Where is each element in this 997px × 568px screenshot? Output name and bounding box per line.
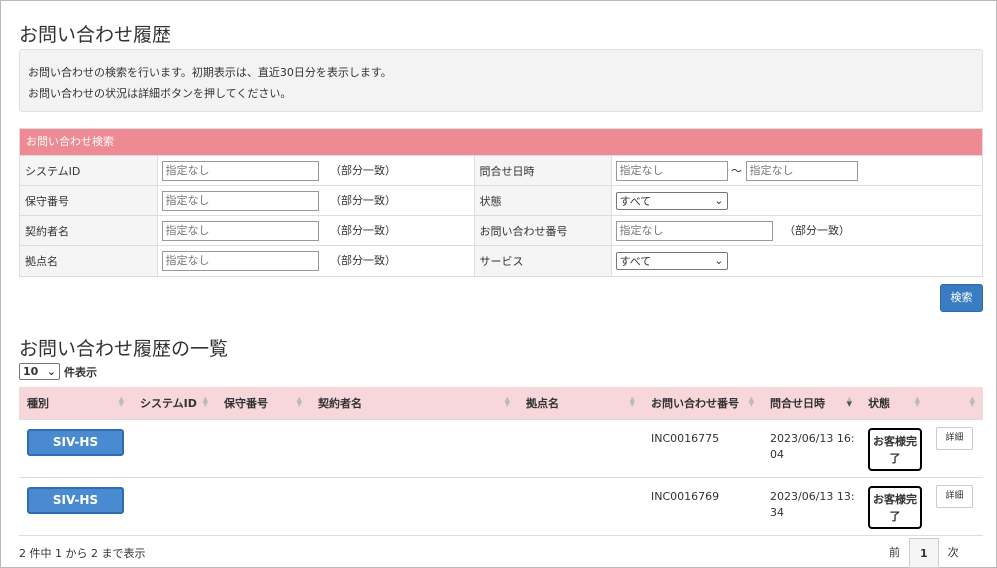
detail-button[interactable]: 詳細 [936,427,973,450]
chevron-down-icon: ⌄ [46,365,56,378]
cell-system-id [132,478,216,535]
cell-inquiry-no: INC0016769 [651,490,720,503]
partial-match-hint: （部分一致） [784,224,850,237]
status-badge: お客様完了 [868,428,922,471]
column-header-actions[interactable]: ▲ ▼ [928,387,983,419]
pagination: 前 1 次 [880,538,968,568]
table-header: 種別 ▲ ▼ システムID ▲ ▼ 保守番号 ▲ ▼ 契約者名 ▲ ▼ 拠点名 ▲ ▼ お問い合わせ… [19,387,983,420]
column-header-status[interactable]: 状態 ▲ ▼ [860,387,928,419]
column-header-contractor[interactable]: 契約者名 ▲ ▼ [310,387,518,419]
page-length-value: 10 [23,365,39,378]
label-status: 状態 [473,185,612,216]
search-button[interactable]: 検索 [940,284,983,312]
page-title: お問い合わせ履歴 [19,24,172,46]
column-header-type[interactable]: 種別 ▲ ▼ [19,387,132,419]
table-row: SIV-HS INC0016775 2023/06/13 16: 04 お客様完了… [19,420,983,478]
range-separator: 〜 [731,164,742,177]
info-box: お問い合わせの検索を行います。初期表示は、直近30日分を表示します。 お問い合わ… [19,49,983,112]
page-length-suffix: 件表示 [64,365,97,379]
page-length-select[interactable]: 10 ⌄ [19,363,60,380]
sort-icon: ▲ ▼ [202,395,208,408]
cell-site [518,420,643,477]
type-button[interactable]: SIV-HS [27,487,124,514]
partial-match-hint: （部分一致） [330,224,396,237]
sort-icon: ▲ ▼ [504,395,510,408]
sort-icon: ▲ ▼ [914,395,920,408]
sort-icon: ▲ ▼ [118,395,124,408]
cell-contractor [310,478,518,535]
cell-inquiry-date: 2023/06/13 13: 34 [770,490,855,519]
label-service: サービス [473,245,612,276]
status-select[interactable]: すべて ⌄ [615,191,728,210]
pager-next-button[interactable]: 次 [939,538,968,568]
cell-maintenance-no [216,478,310,535]
sort-desc-icon: ▲ ▼ [846,395,852,408]
service-select[interactable]: すべて ⌄ [615,251,728,270]
search-form: システムID （部分一致） 問合せ日時 〜 保守番号 （部分一致） 状態 すべて [20,155,982,276]
sort-icon: ▲ ▼ [629,395,635,408]
column-header-inquiry-date[interactable]: 問合せ日時 ▲ ▼ [762,387,860,419]
partial-match-hint: （部分一致） [330,254,396,268]
column-header-system-id[interactable]: システムID ▲ ▼ [132,387,216,419]
type-button[interactable]: SIV-HS [27,429,124,456]
label-inquiry-date: 問合せ日時 [473,155,612,186]
inquiry-date-to-input[interactable] [745,160,858,181]
service-select-value: すべて [619,254,652,268]
table-summary: 2 件中 1 から 2 まで表示 [19,547,146,560]
cell-maintenance-no [216,420,310,477]
partial-match-hint: （部分一致） [330,194,396,207]
search-panel-header: お問い合わせ検索 [20,129,982,155]
sort-icon: ▲ ▼ [969,395,975,408]
table-row: SIV-HS INC0016769 2023/06/13 13: 34 お客様完了… [19,478,983,536]
site-input[interactable] [161,250,319,271]
info-line: お問い合わせの検索を行います。初期表示は、直近30日分を表示します。 [28,66,392,79]
info-line: お問い合わせの状況は詳細ボタンを押してください。 [28,87,292,100]
inquiry-table: 種別 ▲ ▼ システムID ▲ ▼ 保守番号 ▲ ▼ 契約者名 ▲ ▼ 拠点名 ▲ ▼ お問い合わせ… [19,387,983,536]
label-maintenance-no: 保守番号 [20,185,158,216]
list-title: お問い合わせ履歴の一覧 [19,338,229,360]
partial-match-hint: （部分一致） [330,164,396,177]
label-site: 拠点名 [20,245,158,276]
pager-page-button[interactable]: 1 [909,538,939,568]
chevron-down-icon: ⌄ [714,194,724,207]
inquiry-no-input[interactable] [615,220,773,241]
column-header-site[interactable]: 拠点名 ▲ ▼ [518,387,643,419]
system-id-input[interactable] [161,160,319,181]
chevron-down-icon: ⌄ [714,254,724,268]
status-badge: お客様完了 [868,486,922,529]
cell-inquiry-date: 2023/06/13 16: 04 [770,432,855,461]
cell-inquiry-no: INC0016775 [651,432,720,445]
detail-button[interactable]: 詳細 [936,485,973,508]
inquiry-date-from-input[interactable] [615,160,728,181]
label-system-id: システムID [20,155,158,186]
contractor-input[interactable] [161,220,319,241]
sort-icon: ▲ ▼ [296,395,302,408]
sort-icon: ▲ ▼ [748,395,754,408]
status-select-value: すべて [619,194,652,208]
cell-site [518,478,643,535]
search-panel: お問い合わせ検索 システムID （部分一致） 問合せ日時 〜 保守番号 （部分一… [19,128,983,277]
column-header-maintenance-no[interactable]: 保守番号 ▲ ▼ [216,387,310,419]
column-header-inquiry-no[interactable]: お問い合わせ番号 ▲ ▼ [643,387,762,419]
pager-prev-button[interactable]: 前 [880,538,909,568]
cell-contractor [310,420,518,477]
label-contractor: 契約者名 [20,215,158,246]
label-inquiry-no: お問い合わせ番号 [473,215,612,246]
maintenance-no-input[interactable] [161,190,319,211]
cell-system-id [132,420,216,477]
page-length-control: 10 ⌄ 件表示 [19,363,97,380]
